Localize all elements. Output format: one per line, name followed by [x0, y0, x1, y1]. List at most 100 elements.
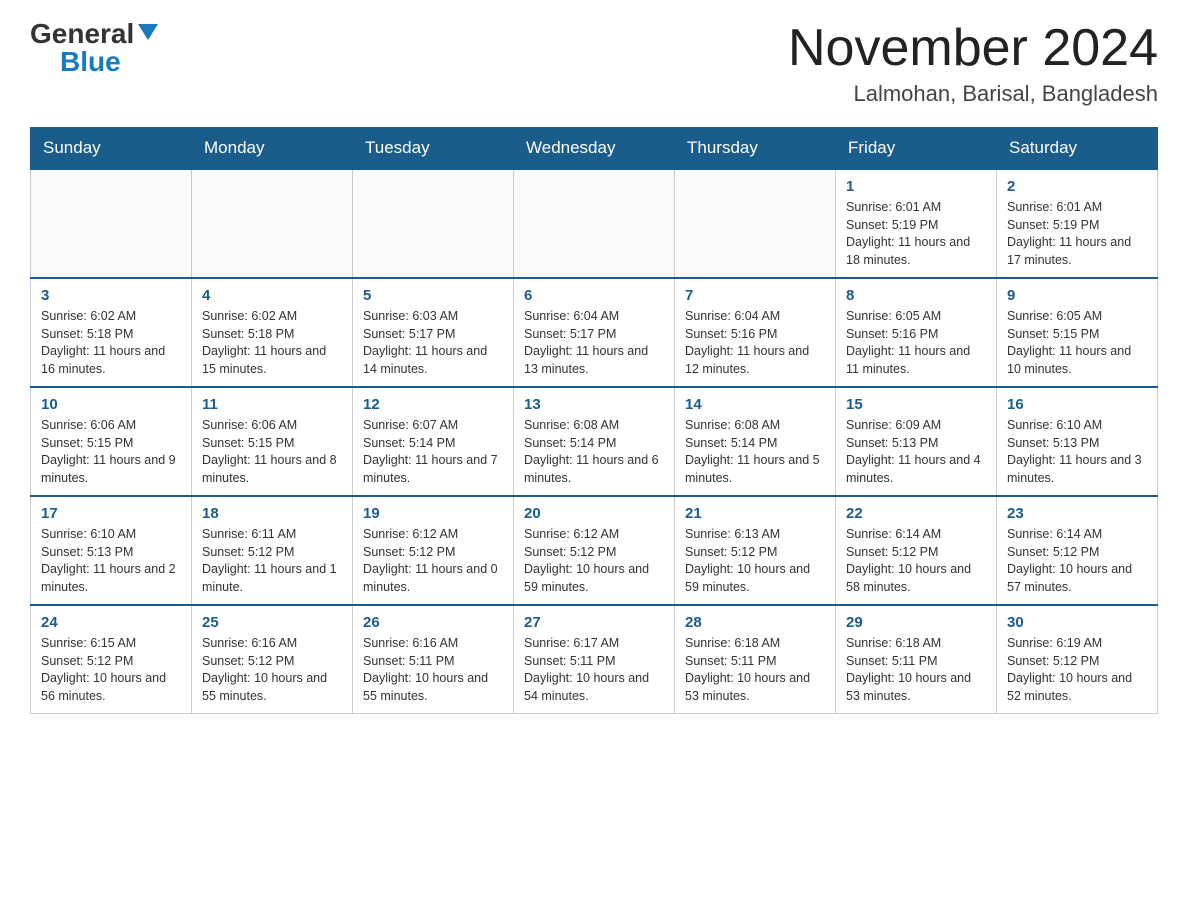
calendar-cell: 3 Sunrise: 6:02 AM Sunset: 5:18 PM Daylig… [31, 278, 192, 387]
day-number: 26 [363, 614, 503, 631]
day-number: 11 [202, 396, 342, 413]
calendar-cell: 13 Sunrise: 6:08 AM Sunset: 5:14 PM Dayli… [514, 387, 675, 496]
day-number: 27 [524, 614, 664, 631]
calendar-cell: 14 Sunrise: 6:08 AM Sunset: 5:14 PM Dayli… [675, 387, 836, 496]
calendar-cell: 12 Sunrise: 6:07 AM Sunset: 5:14 PM Dayli… [353, 387, 514, 496]
calendar-cell: 6 Sunrise: 6:04 AM Sunset: 5:17 PM Daylig… [514, 278, 675, 387]
day-info: Sunrise: 6:12 AM Sunset: 5:12 PM Dayligh… [524, 526, 664, 596]
day-number: 20 [524, 505, 664, 522]
day-number: 28 [685, 614, 825, 631]
day-number: 30 [1007, 614, 1147, 631]
day-info: Sunrise: 6:02 AM Sunset: 5:18 PM Dayligh… [41, 308, 181, 378]
day-info: Sunrise: 6:10 AM Sunset: 5:13 PM Dayligh… [1007, 417, 1147, 487]
calendar-cell: 24 Sunrise: 6:15 AM Sunset: 5:12 PM Dayli… [31, 605, 192, 714]
day-info: Sunrise: 6:18 AM Sunset: 5:11 PM Dayligh… [846, 635, 986, 705]
day-number: 7 [685, 287, 825, 304]
calendar-table: SundayMondayTuesdayWednesdayThursdayFrid… [30, 127, 1158, 714]
day-number: 4 [202, 287, 342, 304]
day-number: 6 [524, 287, 664, 304]
logo-triangle-icon [138, 24, 158, 40]
day-info: Sunrise: 6:15 AM Sunset: 5:12 PM Dayligh… [41, 635, 181, 705]
day-info: Sunrise: 6:05 AM Sunset: 5:16 PM Dayligh… [846, 308, 986, 378]
day-info: Sunrise: 6:01 AM Sunset: 5:19 PM Dayligh… [1007, 199, 1147, 269]
calendar-header-row: SundayMondayTuesdayWednesdayThursdayFrid… [31, 128, 1158, 170]
day-info: Sunrise: 6:14 AM Sunset: 5:12 PM Dayligh… [846, 526, 986, 596]
calendar-cell: 8 Sunrise: 6:05 AM Sunset: 5:16 PM Daylig… [836, 278, 997, 387]
day-number: 23 [1007, 505, 1147, 522]
week-row-3: 10 Sunrise: 6:06 AM Sunset: 5:15 PM Dayli… [31, 387, 1158, 496]
day-info: Sunrise: 6:12 AM Sunset: 5:12 PM Dayligh… [363, 526, 503, 596]
calendar-cell: 2 Sunrise: 6:01 AM Sunset: 5:19 PM Daylig… [997, 169, 1158, 278]
title-block: November 2024 Lalmohan, Barisal, Banglad… [788, 20, 1158, 107]
calendar-cell: 29 Sunrise: 6:18 AM Sunset: 5:11 PM Dayli… [836, 605, 997, 714]
calendar-cell: 9 Sunrise: 6:05 AM Sunset: 5:15 PM Daylig… [997, 278, 1158, 387]
calendar-cell: 5Sunrise: 6:03 AM Sunset: 5:17 PM Daylig… [353, 278, 514, 387]
day-number: 24 [41, 614, 181, 631]
day-info: Sunrise: 6:02 AM Sunset: 5:18 PM Dayligh… [202, 308, 342, 378]
day-number: 15 [846, 396, 986, 413]
day-info: Sunrise: 6:10 AM Sunset: 5:13 PM Dayligh… [41, 526, 181, 596]
calendar-cell [514, 169, 675, 278]
day-info: Sunrise: 6:03 AM Sunset: 5:17 PM Dayligh… [363, 308, 503, 378]
calendar-cell: 18 Sunrise: 6:11 AM Sunset: 5:12 PM Dayli… [192, 496, 353, 605]
day-info: Sunrise: 6:04 AM Sunset: 5:17 PM Dayligh… [524, 308, 664, 378]
day-number: 22 [846, 505, 986, 522]
day-number: 8 [846, 287, 986, 304]
logo: General Blue [30, 20, 158, 76]
day-info: Sunrise: 6:05 AM Sunset: 5:15 PM Dayligh… [1007, 308, 1147, 378]
calendar-cell: 10 Sunrise: 6:06 AM Sunset: 5:15 PM Dayli… [31, 387, 192, 496]
day-number: 16 [1007, 396, 1147, 413]
calendar-cell [31, 169, 192, 278]
calendar-cell: 4 Sunrise: 6:02 AM Sunset: 5:18 PM Daylig… [192, 278, 353, 387]
day-number: 3 [41, 287, 181, 304]
day-info: Sunrise: 6:01 AM Sunset: 5:19 PM Dayligh… [846, 199, 986, 269]
calendar-subtitle: Lalmohan, Barisal, Bangladesh [788, 81, 1158, 107]
calendar-cell: 7Sunrise: 6:04 AM Sunset: 5:16 PM Daylig… [675, 278, 836, 387]
calendar-cell: 20 Sunrise: 6:12 AM Sunset: 5:12 PM Dayli… [514, 496, 675, 605]
calendar-cell: 1 Sunrise: 6:01 AM Sunset: 5:19 PM Daylig… [836, 169, 997, 278]
calendar-title: November 2024 [788, 20, 1158, 77]
logo-blue-text: Blue [60, 46, 121, 77]
logo-general-text: General [30, 20, 134, 48]
calendar-cell: 11 Sunrise: 6:06 AM Sunset: 5:15 PM Dayli… [192, 387, 353, 496]
day-number: 10 [41, 396, 181, 413]
day-info: Sunrise: 6:16 AM Sunset: 5:12 PM Dayligh… [202, 635, 342, 705]
column-header-friday: Friday [836, 128, 997, 170]
day-info: Sunrise: 6:13 AM Sunset: 5:12 PM Dayligh… [685, 526, 825, 596]
calendar-cell: 23Sunrise: 6:14 AM Sunset: 5:12 PM Dayli… [997, 496, 1158, 605]
day-info: Sunrise: 6:16 AM Sunset: 5:11 PM Dayligh… [363, 635, 503, 705]
calendar-cell: 28Sunrise: 6:18 AM Sunset: 5:11 PM Dayli… [675, 605, 836, 714]
week-row-4: 17Sunrise: 6:10 AM Sunset: 5:13 PM Dayli… [31, 496, 1158, 605]
day-info: Sunrise: 6:11 AM Sunset: 5:12 PM Dayligh… [202, 526, 342, 596]
calendar-cell: 19Sunrise: 6:12 AM Sunset: 5:12 PM Dayli… [353, 496, 514, 605]
day-info: Sunrise: 6:19 AM Sunset: 5:12 PM Dayligh… [1007, 635, 1147, 705]
day-info: Sunrise: 6:07 AM Sunset: 5:14 PM Dayligh… [363, 417, 503, 487]
day-number: 1 [846, 178, 986, 195]
day-number: 2 [1007, 178, 1147, 195]
day-info: Sunrise: 6:06 AM Sunset: 5:15 PM Dayligh… [202, 417, 342, 487]
day-info: Sunrise: 6:06 AM Sunset: 5:15 PM Dayligh… [41, 417, 181, 487]
week-row-2: 3 Sunrise: 6:02 AM Sunset: 5:18 PM Daylig… [31, 278, 1158, 387]
column-header-sunday: Sunday [31, 128, 192, 170]
day-number: 13 [524, 396, 664, 413]
day-info: Sunrise: 6:17 AM Sunset: 5:11 PM Dayligh… [524, 635, 664, 705]
day-info: Sunrise: 6:08 AM Sunset: 5:14 PM Dayligh… [524, 417, 664, 487]
day-number: 14 [685, 396, 825, 413]
calendar-cell: 25 Sunrise: 6:16 AM Sunset: 5:12 PM Dayli… [192, 605, 353, 714]
day-number: 18 [202, 505, 342, 522]
calendar-cell: 22 Sunrise: 6:14 AM Sunset: 5:12 PM Dayli… [836, 496, 997, 605]
calendar-cell [675, 169, 836, 278]
week-row-1: 1 Sunrise: 6:01 AM Sunset: 5:19 PM Daylig… [31, 169, 1158, 278]
column-header-saturday: Saturday [997, 128, 1158, 170]
week-row-5: 24 Sunrise: 6:15 AM Sunset: 5:12 PM Dayli… [31, 605, 1158, 714]
calendar-cell: 30 Sunrise: 6:19 AM Sunset: 5:12 PM Dayli… [997, 605, 1158, 714]
calendar-cell: 16 Sunrise: 6:10 AM Sunset: 5:13 PM Dayli… [997, 387, 1158, 496]
day-number: 12 [363, 396, 503, 413]
day-number: 25 [202, 614, 342, 631]
calendar-cell: 27 Sunrise: 6:17 AM Sunset: 5:11 PM Dayli… [514, 605, 675, 714]
day-number: 9 [1007, 287, 1147, 304]
calendar-cell [192, 169, 353, 278]
day-number: 29 [846, 614, 986, 631]
day-info: Sunrise: 6:08 AM Sunset: 5:14 PM Dayligh… [685, 417, 825, 487]
calendar-cell: 21Sunrise: 6:13 AM Sunset: 5:12 PM Dayli… [675, 496, 836, 605]
